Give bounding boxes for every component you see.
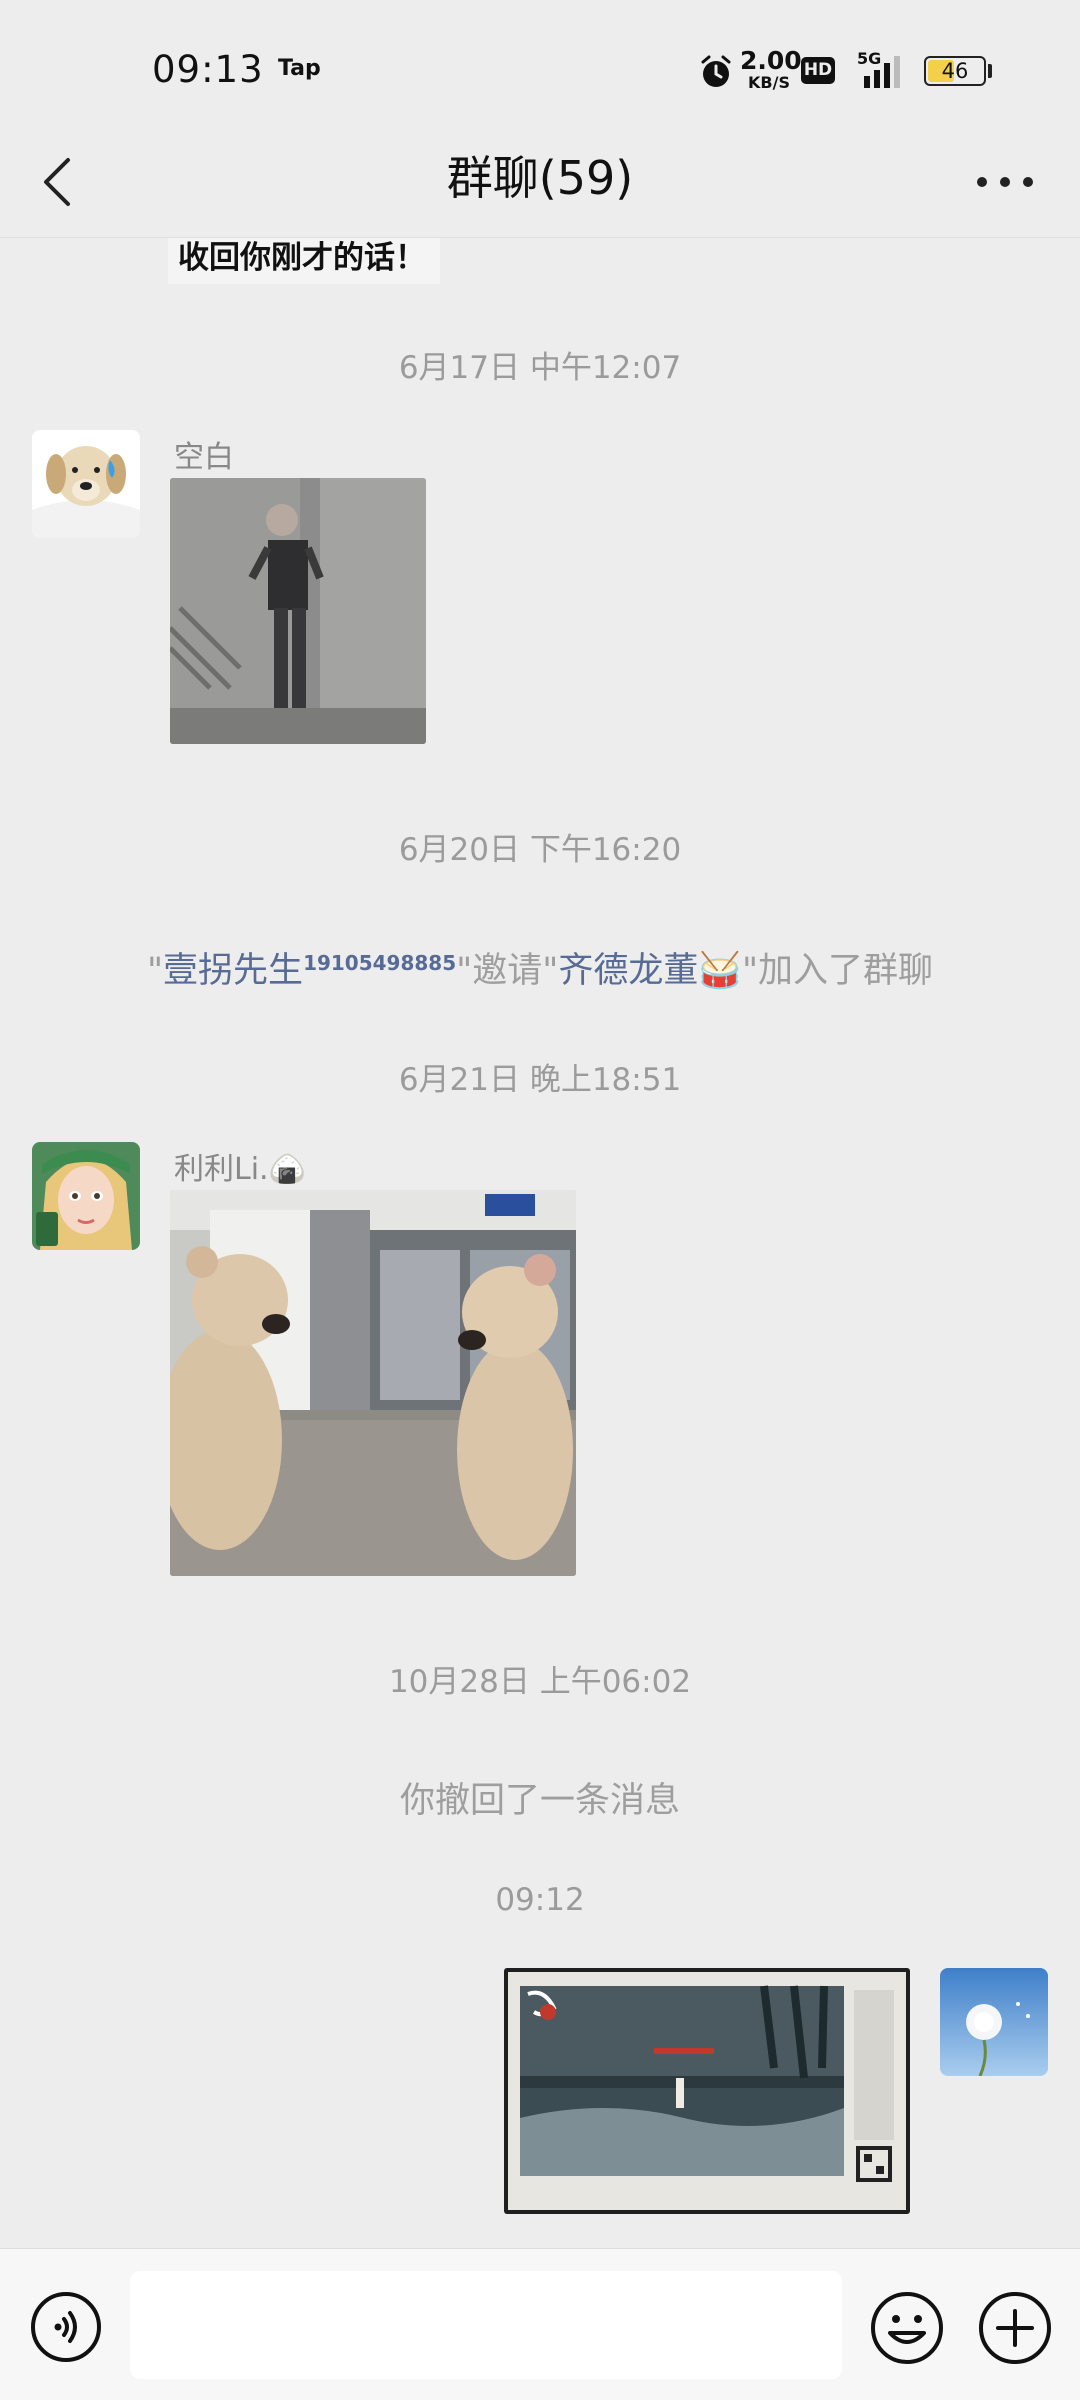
status-carrier-tag: Tap bbox=[278, 56, 321, 81]
sticker-fragment[interactable]: 收回你刚才的话！ bbox=[168, 238, 440, 284]
battery-icon: 46 bbox=[924, 56, 986, 86]
plus-icon[interactable] bbox=[978, 2291, 1052, 2365]
sender-name-text: 利利Li. bbox=[174, 1152, 269, 1187]
girl-avatar-image bbox=[32, 1142, 140, 1250]
dog-avatar-image bbox=[32, 430, 140, 538]
timestamp: 6月20日 下午16:20 bbox=[398, 832, 682, 868]
more-icon[interactable] bbox=[970, 152, 1040, 212]
status-time: 09:13 bbox=[152, 48, 264, 91]
sender-name: 利利Li.🍙 bbox=[174, 1144, 306, 1188]
my-avatar[interactable] bbox=[940, 1968, 1048, 2076]
image-message[interactable] bbox=[170, 478, 426, 744]
join-text: "加入了群聊 bbox=[741, 951, 934, 991]
emoji-icon[interactable] bbox=[870, 2291, 944, 2365]
message-list[interactable]: 收回你刚才的话！ 6月17日 中午12:07 空白 6月20日 下午16:20 … bbox=[0, 238, 1080, 2248]
voice-icon[interactable] bbox=[30, 2291, 102, 2363]
timestamp: 6月21日 晚上18:51 bbox=[398, 1062, 682, 1098]
hd-badge: HD bbox=[801, 57, 835, 84]
image-message[interactable] bbox=[504, 1968, 910, 2214]
signal-icon bbox=[864, 56, 900, 88]
page-title: 群聊(59) bbox=[446, 151, 634, 205]
photo-man-dancing bbox=[170, 478, 426, 744]
invitee-emoji: 🥁 bbox=[698, 951, 742, 991]
battery-level: 46 bbox=[941, 59, 969, 83]
system-notice-join: "壹拐先生19105498885"邀请"齐德龙董🥁"加入了群聊 bbox=[0, 942, 1080, 993]
sender-emoji: 🍙 bbox=[268, 1152, 306, 1187]
photo-teddy-bears bbox=[170, 1190, 576, 1576]
battery-tip bbox=[988, 64, 992, 78]
input-bar bbox=[0, 2248, 1080, 2400]
timestamp: 09:12 bbox=[495, 1882, 585, 1918]
title-bar: 群聊(59) bbox=[0, 130, 1080, 238]
timestamp: 6月17日 中午12:07 bbox=[398, 350, 682, 386]
avatar[interactable] bbox=[32, 1142, 140, 1250]
network-speed-value: 2.00 bbox=[740, 46, 802, 75]
avatar[interactable] bbox=[32, 430, 140, 538]
inviter-name[interactable]: 壹拐先生 bbox=[163, 951, 303, 991]
quote-mark: " bbox=[146, 951, 164, 991]
invitee-name[interactable]: 齐德龙董 bbox=[558, 951, 698, 991]
photo-game-screenshot bbox=[504, 1968, 910, 2214]
sender-name: 空白 bbox=[174, 440, 234, 475]
alarm-icon bbox=[701, 55, 731, 87]
message-input[interactable] bbox=[130, 2271, 842, 2379]
timestamp: 10月28日 上午06:02 bbox=[388, 1664, 692, 1700]
image-message[interactable] bbox=[170, 1190, 576, 1576]
invite-text: "邀请" bbox=[456, 951, 559, 991]
inviter-phone: 19105498885 bbox=[303, 951, 457, 975]
recall-notice: 你撤回了一条消息 bbox=[399, 1781, 680, 1821]
sticker-caption: 收回你刚才的话！ bbox=[178, 240, 426, 276]
status-bar: 09:13 Tap 2.00 KB/S HD 5G 46 bbox=[0, 0, 1080, 140]
network-speed-unit: KB/S bbox=[748, 73, 790, 92]
network-speed: 2.00 KB/S bbox=[740, 46, 802, 92]
dandelion-avatar-image bbox=[940, 1968, 1048, 2076]
